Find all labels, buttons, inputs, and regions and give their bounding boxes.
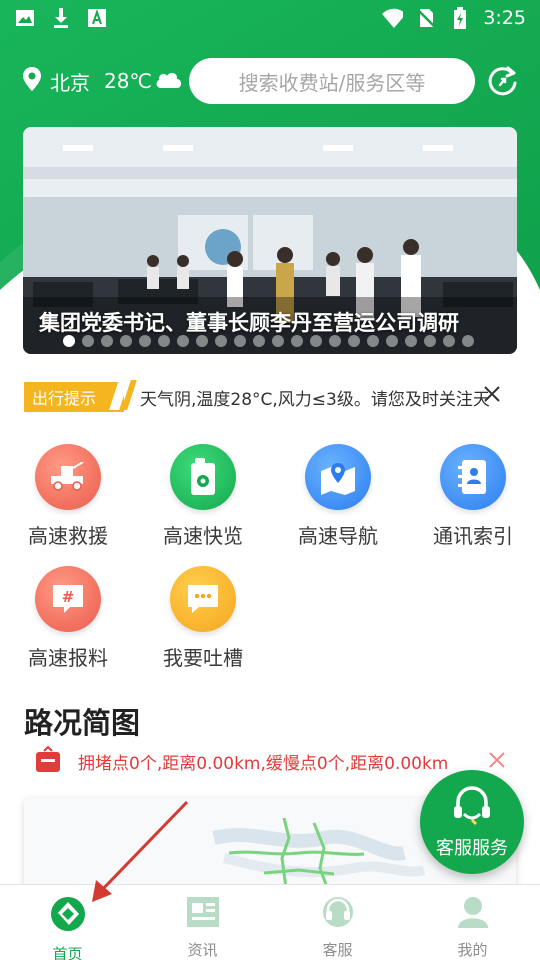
pagination-dot[interactable]: [424, 335, 436, 347]
top-bar: 北京 28℃ 搜索收费站/服务区等: [0, 58, 540, 104]
status-time: 3:25: [483, 7, 526, 29]
pagination-dot[interactable]: [443, 335, 455, 347]
pagination-dot[interactable]: [158, 335, 170, 347]
service-label: 高速报料: [28, 646, 108, 670]
service-contacts-index[interactable]: 通讯索引: [413, 444, 533, 549]
service-highway-navigation[interactable]: 高速导航: [278, 444, 398, 549]
download-icon: [50, 7, 72, 29]
fab-label: 客服服务: [436, 838, 508, 859]
nav-news[interactable]: 资讯: [135, 885, 270, 960]
service-complaint[interactable]: 我要吐槽: [143, 566, 263, 671]
customer-service-button[interactable]: 客服服务: [420, 770, 524, 874]
pagination-dot[interactable]: [101, 335, 113, 347]
close-icon[interactable]: [482, 384, 502, 404]
city-name: 北京: [50, 70, 90, 95]
news-banner[interactable]: 集团党委书记、董事长顾李丹至营运公司调研: [23, 127, 517, 354]
camera-phone-icon: [170, 444, 236, 510]
nav-label: 我的: [457, 941, 488, 959]
pagination-dot[interactable]: [253, 335, 265, 347]
banner-pagination[interactable]: [63, 335, 474, 347]
banner-caption: 集团党委书记、董事长顾李丹至营运公司调研: [39, 311, 459, 335]
travel-tip: 出行提示 天气阴,温度28°C,风力≤3级。请您及时关注天: [24, 380, 516, 414]
pagination-dot[interactable]: [215, 335, 227, 347]
pagination-dot[interactable]: [120, 335, 132, 347]
battery-icon: [449, 7, 471, 29]
app-a-icon: [86, 7, 108, 29]
news-icon: [186, 895, 220, 933]
service-label: 通讯索引: [433, 524, 513, 548]
service-label: 高速救援: [28, 524, 108, 548]
no-sim-icon: [415, 7, 437, 29]
nav-profile[interactable]: 我的: [405, 885, 540, 960]
service-headset-icon: [318, 895, 358, 933]
chat-icon: [170, 566, 236, 632]
wifi-icon: [381, 7, 404, 29]
pagination-dot[interactable]: [367, 335, 379, 347]
temperature: 28℃: [104, 69, 152, 93]
nav-label: 客服: [322, 941, 353, 959]
pagination-dot[interactable]: [272, 335, 284, 347]
nav-label: 资讯: [187, 941, 218, 959]
map-pin-icon: [305, 444, 371, 510]
headset-icon: [454, 786, 490, 826]
cloud-icon: [154, 68, 184, 95]
search-input[interactable]: 搜索收费站/服务区等: [189, 58, 475, 104]
service-highway-rescue[interactable]: 高速救援: [8, 444, 128, 549]
alert-bag-icon: [34, 745, 62, 777]
pagination-dot[interactable]: [462, 335, 474, 347]
pagination-dot[interactable]: [139, 335, 151, 347]
service-label: 高速导航: [298, 524, 378, 548]
tip-text: 天气阴,温度28°C,风力≤3级。请您及时关注天: [140, 389, 490, 410]
contacts-icon: [440, 444, 506, 510]
pagination-dot[interactable]: [348, 335, 360, 347]
pagination-dot[interactable]: [329, 335, 341, 347]
location-pin-icon: [22, 66, 42, 97]
pagination-dot[interactable]: [291, 335, 303, 347]
pagination-dot[interactable]: [63, 335, 75, 347]
nav-label: 首页: [52, 945, 83, 960]
pagination-dot[interactable]: [310, 335, 322, 347]
service-highway-report[interactable]: # 高速报料: [8, 566, 128, 671]
pagination-dot[interactable]: [196, 335, 208, 347]
service-label: 我要吐槽: [163, 646, 243, 670]
nav-home[interactable]: 首页: [0, 885, 135, 960]
pagination-dot[interactable]: [177, 335, 189, 347]
pagination-dot[interactable]: [386, 335, 398, 347]
service-label: 高速快览: [163, 524, 243, 548]
alert-text: 拥堵点0个,距离0.00km,缓慢点0个,距离0.00km: [78, 753, 449, 774]
tip-badge-label: 出行提示: [32, 389, 97, 408]
hashtag-icon: #: [35, 566, 101, 632]
bottom-navigation: 首页 资讯 客服 我的: [0, 884, 540, 960]
location-weather[interactable]: 北京 28℃: [22, 66, 184, 97]
service-highway-preview[interactable]: 高速快览: [143, 444, 263, 549]
pagination-dot[interactable]: [82, 335, 94, 347]
nav-service[interactable]: 客服: [270, 885, 405, 960]
refresh-icon[interactable]: [486, 64, 520, 98]
pagination-dot[interactable]: [234, 335, 246, 347]
pagination-dot[interactable]: [405, 335, 417, 347]
user-icon: [456, 895, 490, 933]
section-title: 路况简图: [24, 706, 141, 740]
image-notification-icon: [14, 7, 36, 29]
home-logo-icon: [49, 895, 87, 937]
svg-text:#: #: [62, 588, 75, 606]
tow-truck-icon: [35, 444, 101, 510]
status-bar: 3:25: [0, 0, 540, 36]
